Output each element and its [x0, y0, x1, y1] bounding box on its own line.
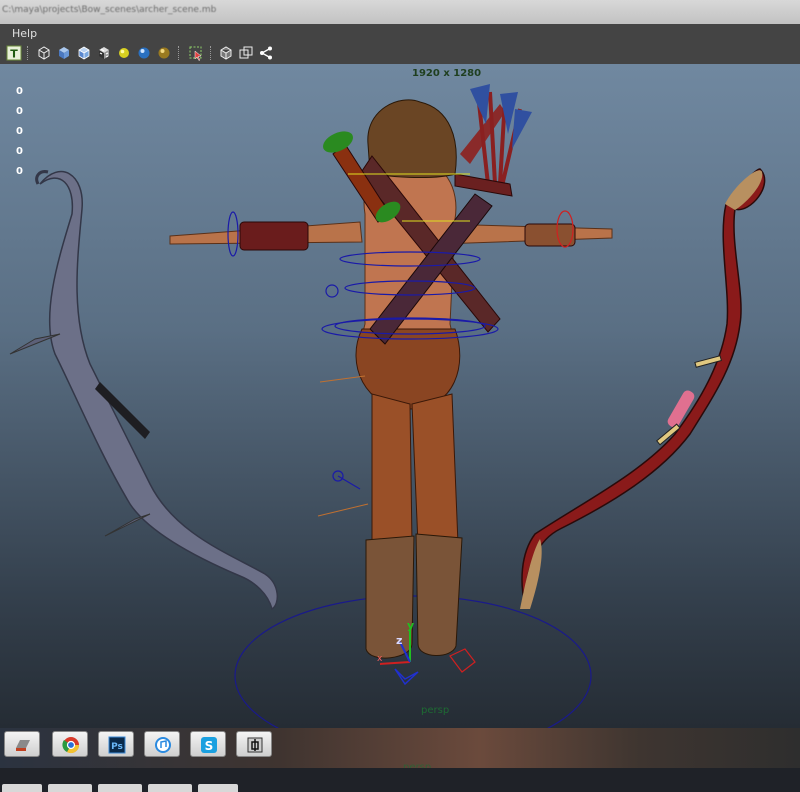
- hud-value: 0: [16, 86, 23, 97]
- axis-label-y: y: [407, 619, 415, 632]
- window-title-bar: C:\maya\projects\Bow_scenes\archer_scene…: [0, 0, 800, 24]
- hud-value: 0: [16, 146, 23, 157]
- isolate-cube-icon[interactable]: [218, 45, 234, 61]
- svg-text:S: S: [205, 739, 214, 753]
- axis-label-z: z: [396, 634, 403, 647]
- menu-help[interactable]: Help: [12, 27, 37, 40]
- viewport-toolbar: T: [0, 42, 800, 65]
- taskbar-button-itunes[interactable]: [144, 731, 180, 757]
- shadow-light-icon[interactable]: [156, 45, 172, 61]
- scene-render: [9, 84, 766, 728]
- svg-text:Ps: Ps: [111, 742, 123, 752]
- default-light-icon[interactable]: [116, 45, 132, 61]
- taskbar-button-pinned-app[interactable]: [236, 731, 272, 757]
- taskbar-button-maya[interactable]: [4, 731, 40, 757]
- hud-value: 0: [16, 106, 23, 117]
- bottom-tab[interactable]: [198, 784, 238, 792]
- hud-value: 0: [16, 126, 23, 137]
- bottom-tab[interactable]: [98, 784, 142, 792]
- hud-value: 0: [16, 166, 23, 177]
- toolbar-separator: [27, 46, 30, 60]
- window-title: C:\maya\projects\Bow_scenes\archer_scene…: [2, 5, 217, 15]
- select-tool-icon[interactable]: [188, 45, 204, 61]
- textured-cube-icon[interactable]: [96, 45, 112, 61]
- skype-icon: S: [201, 737, 217, 753]
- toolbar-separator: [178, 46, 181, 60]
- text-icon[interactable]: T: [6, 45, 22, 61]
- taskbar-button-skype[interactable]: S: [190, 731, 226, 757]
- camera-label: persp: [421, 705, 450, 716]
- toolbar-separator: [210, 46, 213, 60]
- menu-bar: Help: [0, 24, 800, 42]
- taskbar-button-chrome[interactable]: [52, 731, 88, 757]
- resolution-gate-label: 1920 x 1280: [412, 68, 482, 79]
- bottom-tab[interactable]: [2, 784, 42, 792]
- taskbar-button-photoshop[interactable]: Ps: [98, 731, 134, 757]
- all-lights-icon[interactable]: [136, 45, 152, 61]
- smooth-shade-cube-icon[interactable]: [56, 45, 72, 61]
- taskbar: Ps S persp: [0, 728, 800, 773]
- chrome-icon: [62, 737, 80, 754]
- xray-cube-icon[interactable]: [238, 45, 254, 61]
- maya-icon: [16, 740, 30, 751]
- photoshop-icon: Ps: [108, 736, 126, 754]
- bottom-tab[interactable]: [148, 784, 192, 792]
- axis-label-x: x: [377, 654, 383, 664]
- wire-cube-icon[interactable]: [36, 45, 52, 61]
- svg-text:T: T: [10, 48, 18, 61]
- bottom-tab[interactable]: [48, 784, 92, 792]
- connections-icon[interactable]: [258, 45, 274, 61]
- pinned-app-icon: [247, 737, 263, 753]
- itunes-icon: [155, 737, 171, 753]
- perspective-viewport[interactable]: 0 0 0 0 0 1920 x 1280 y z x persp: [0, 64, 800, 728]
- hud-readout: 0 0 0 0 0: [16, 82, 23, 182]
- shaded-wire-cube-icon[interactable]: [76, 45, 92, 61]
- bottom-taskbar-strip: [0, 768, 800, 792]
